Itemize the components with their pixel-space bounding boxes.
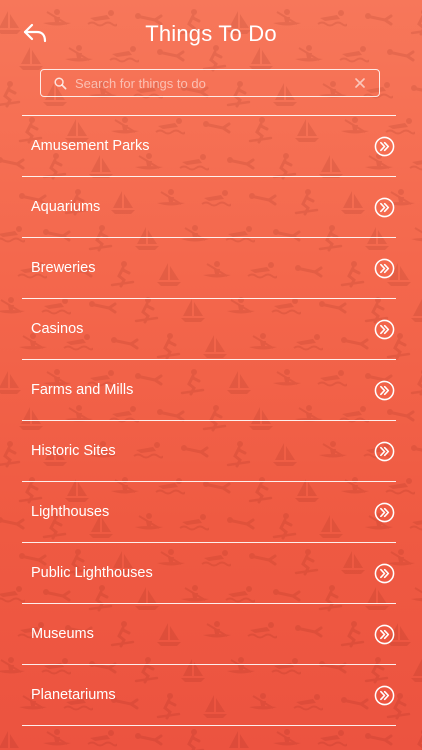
list-item-label: Breweries [31, 260, 96, 276]
double-chevron-right-icon [373, 257, 395, 279]
double-chevron-right-icon [373, 684, 395, 706]
list-item-label: Public Lighthouses [31, 565, 153, 581]
clear-icon[interactable] [353, 76, 367, 90]
double-chevron-right-icon [373, 501, 395, 523]
double-chevron-right-icon [373, 562, 395, 584]
list-item-label: Lighthouses [31, 504, 110, 520]
list-item-label: Amusement Parks [31, 138, 150, 154]
list-item-farms-and-mills[interactable]: Farms and Mills [22, 360, 396, 421]
search-icon [53, 76, 67, 90]
page-title: Things To Do [145, 21, 277, 46]
category-list: Amusement Parks Aquariums Breweries Casi… [22, 115, 396, 726]
double-chevron-right-icon [373, 379, 395, 401]
list-item-museums[interactable]: Museums [22, 604, 396, 665]
double-chevron-right-icon [373, 135, 395, 157]
double-chevron-right-icon [373, 440, 395, 462]
double-chevron-right-icon [373, 196, 395, 218]
list-item-label: Casinos [31, 321, 84, 337]
double-chevron-right-icon [373, 318, 395, 340]
double-chevron-right-icon [373, 623, 395, 645]
list-item-lighthouses[interactable]: Lighthouses [22, 482, 396, 543]
list-item-casinos[interactable]: Casinos [22, 299, 396, 360]
list-item-amusement-parks[interactable]: Amusement Parks [22, 116, 396, 177]
list-item-historic-sites[interactable]: Historic Sites [22, 421, 396, 482]
search-bar [40, 69, 380, 97]
list-item-label: Aquariums [31, 199, 101, 215]
list-item-planetariums[interactable]: Planetariums [22, 665, 396, 726]
list-item-public-lighthouses[interactable]: Public Lighthouses [22, 543, 396, 604]
list-item-label: Historic Sites [31, 443, 116, 459]
list-item-aquariums[interactable]: Aquariums [22, 177, 396, 238]
list-item-label: Planetariums [31, 687, 116, 703]
search-input[interactable] [75, 71, 353, 95]
list-item-label: Farms and Mills [31, 382, 134, 398]
list-item-label: Museums [31, 626, 94, 642]
list-item-breweries[interactable]: Breweries [22, 238, 396, 299]
header: Things To Do [0, 0, 422, 68]
